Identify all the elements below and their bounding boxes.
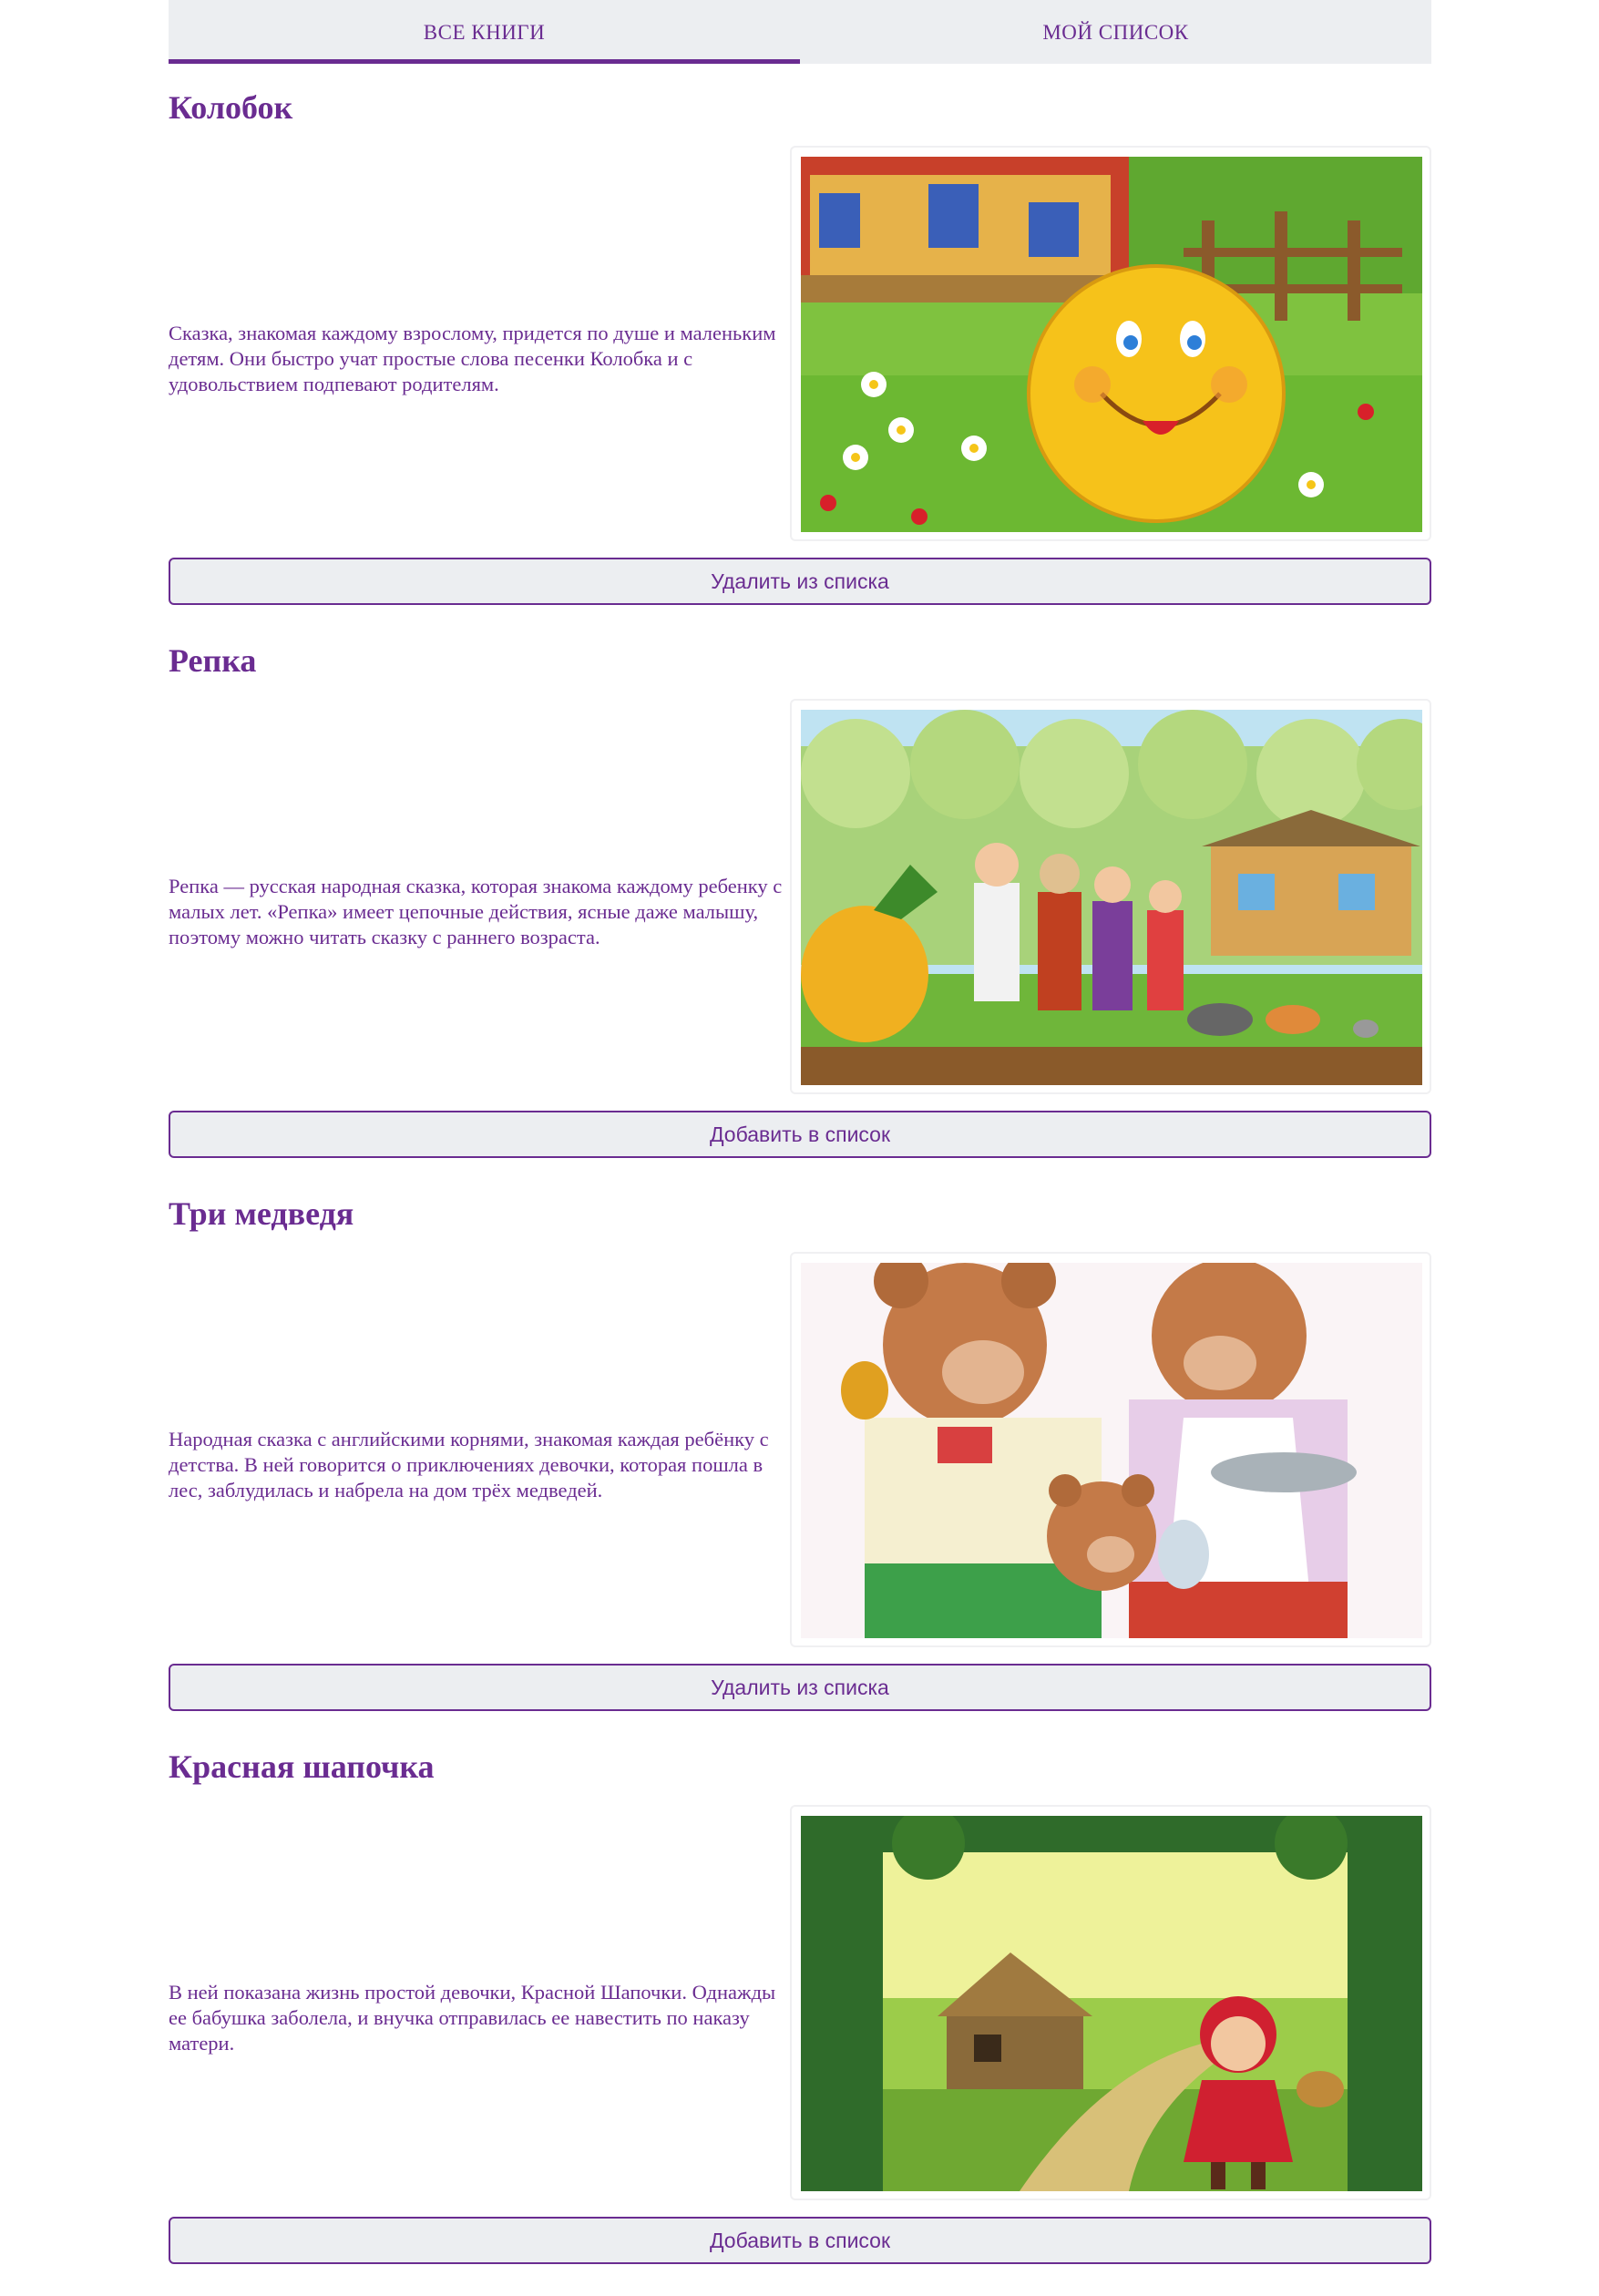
book-title: Красная шапочка [169,1748,435,1785]
add-to-list-button[interactable]: Добавить в список [169,2217,1431,2264]
book-cover-image [790,1805,1431,2200]
book-title: Три медведя [169,1195,354,1232]
add-to-list-button[interactable]: Добавить в список [169,1111,1431,1158]
book-cover-image [790,1252,1431,1647]
kolobok-illustration [801,157,1422,532]
book-description: Репка — русская народная сказка, которая… [169,875,783,948]
tab-bar: ВСЕ КНИГИ МОЙ СПИСОК [169,0,1431,64]
remove-from-list-button[interactable]: Удалить из списка [169,558,1431,605]
book-cover-image [790,146,1431,541]
book-description: Сказка, знакомая каждому взрослому, прид… [169,322,776,395]
tab-all-books[interactable]: ВСЕ КНИГИ [169,0,800,64]
book-title: Репка [169,642,257,679]
tab-my-list[interactable]: МОЙ СПИСОК [800,0,1431,64]
book-description: Народная сказка с английскими корнями, з… [169,1428,769,1502]
three-bears-illustration [801,1263,1422,1638]
app-container: ВСЕ КНИГИ МОЙ СПИСОК Колобок Сказка, зна… [169,0,1431,2264]
book-title: Колобок [169,89,293,126]
book-cover-image [790,699,1431,1094]
book-card: Репка Репка — русская народная сказка, к… [169,637,1431,1190]
book-card: Три медведя Народная сказка с английским… [169,1190,1431,1743]
red-riding-hood-illustration [801,1816,1422,2191]
remove-from-list-button[interactable]: Удалить из списка [169,1664,1431,1711]
book-card: Красная шапочка В ней показана жизнь про… [169,1743,1431,2296]
repka-illustration [801,710,1422,1085]
book-card: Колобок Сказка, знакомая каждому взросло… [169,84,1431,637]
book-description: В ней показана жизнь простой девочки, Кр… [169,1981,776,2055]
